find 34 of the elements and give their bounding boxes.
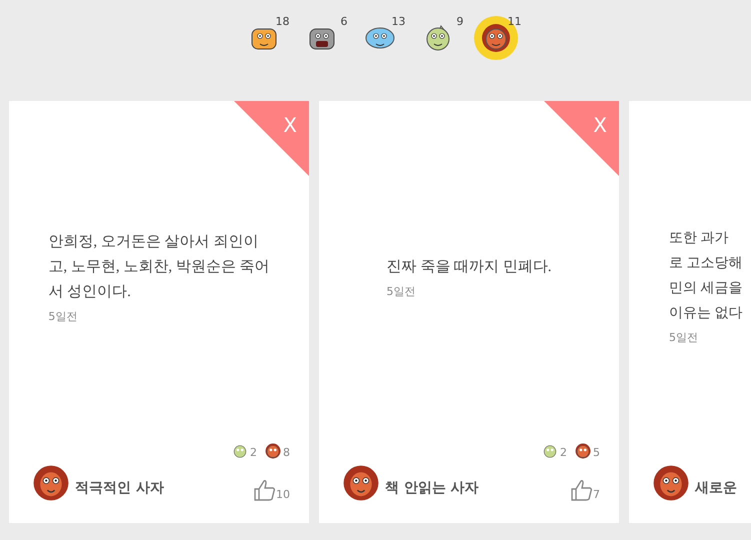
author-name: 새로운 [695,479,737,497]
lion-face-icon [653,465,689,501]
comment-text-line: 진짜 죽을 때까지 민폐다. [386,258,552,277]
author-name: 적극적인 사자 [75,479,164,497]
lion-face-icon [575,443,591,459]
comment-text-line: 안희정, 오거돈은 살아서 죄인이 [48,233,260,252]
lion-face-icon [343,465,379,501]
dinosaur-face-icon [542,443,558,459]
lion-face-icon [265,443,281,459]
reaction-count: 8 [283,446,290,459]
reaction-count: 5 [593,446,600,459]
filter-count: 6 [340,15,348,28]
like-count: 10 [276,488,290,501]
like-count: 7 [593,488,600,501]
author-name: 책 안읽는 사자 [385,479,479,497]
comment-text-line: 민의 세금을 [669,280,742,298]
lion-face-icon [480,23,510,53]
comment-text-line: 고, 노무현, 노회찬, 박원순은 죽어 [48,258,270,277]
comment-time: 5일전 [48,309,78,324]
filter-count: 13 [392,15,406,28]
comment-text-line: 또한 과가 [669,230,730,248]
comment-text-line: 이유는 없다 [669,304,742,322]
reaction-count: 2 [250,446,257,459]
comment-text-line: 로 고소당해 [669,254,742,272]
reaction-count: 2 [560,446,567,459]
comment-time: 5일전 [386,284,416,299]
comment-text-line: 서 성인이다. [48,283,132,302]
filter-count: 18 [276,15,290,28]
thumbs-up-icon[interactable] [571,479,593,501]
comment-time: 5일전 [669,330,699,344]
dinosaur-face-icon [232,443,248,459]
lion-face-icon [33,465,69,501]
filter-count: 9 [456,15,464,28]
thumbs-up-icon[interactable] [254,479,276,501]
